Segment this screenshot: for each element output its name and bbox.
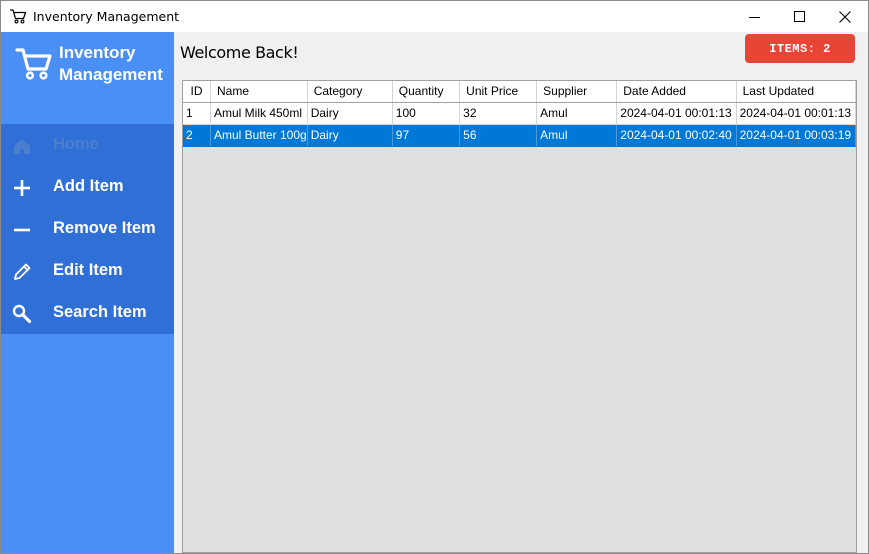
cell-supplier: Amul [536,102,618,125]
cell-unit-price: 56 [459,124,538,147]
cell-id: 2 [183,124,211,147]
window-title: Inventory Management [33,9,180,24]
sidebar-item-label: Edit Item [53,261,123,279]
title-bar: Inventory Management [1,1,868,32]
sidebar-item-remove-item[interactable]: Remove Item [1,208,174,250]
sidebar-item-label: Home [53,135,99,153]
close-button[interactable] [822,1,868,32]
sidebar-item-home[interactable]: Home [1,124,174,166]
maximize-icon [794,10,805,22]
sidebar-footer [1,334,174,553]
maximize-button[interactable] [777,1,823,32]
brand-line-1: Inventory [59,43,136,62]
brand-line-2: Management [59,65,163,84]
inventory-grid: ID Name Category Quantity Unit Price Sup… [183,81,856,147]
cart-icon [10,9,27,24]
sidebar-item-edit-item[interactable]: Edit Item [1,250,174,292]
cell-quantity: 97 [392,124,461,147]
sidebar-item-label: Remove Item [53,219,156,237]
plus-icon [14,180,30,196]
minimize-icon [749,16,760,18]
column-header-id[interactable]: ID [183,81,211,103]
table-row[interactable]: 1 Amul Milk 450ml Dairy 100 32 Amul 2024… [183,102,856,125]
minus-icon [14,228,30,232]
minimize-button[interactable] [732,1,778,32]
pencil-icon [14,263,31,280]
sidebar-nav: Home Add Item Remove Item Edit Item Sear… [1,124,174,334]
close-icon [839,10,851,23]
inventory-table[interactable]: ID Name Category Quantity Unit Price Sup… [182,80,857,553]
main-content: Welcome Back! ITEMS: 2 ID Name Category … [174,32,868,553]
table-header: ID Name Category Quantity Unit Price Sup… [183,81,856,103]
items-count-badge: ITEMS: 2 [745,34,855,63]
cell-date-added: 2024-04-01 00:01:13 [616,102,737,125]
sidebar: Inventory Management Home Add Item Remov… [1,32,174,553]
column-header-category[interactable]: Category [307,81,393,103]
column-header-quantity[interactable]: Quantity [392,81,461,103]
cell-quantity: 100 [392,102,461,125]
cell-category: Dairy [307,124,393,147]
welcome-heading: Welcome Back! [180,43,299,62]
column-header-last-updated[interactable]: Last Updated [736,81,856,103]
cell-name: Amul Milk 450ml [210,102,308,125]
cell-name: Amul Butter 100g [210,124,308,147]
cell-last-updated: 2024-04-01 00:03:19 [736,124,856,147]
sidebar-item-label: Add Item [53,177,124,195]
column-header-date-added[interactable]: Date Added [616,81,737,103]
sidebar-item-label: Search Item [53,303,147,321]
cart-logo-icon [15,48,52,80]
cell-last-updated: 2024-04-01 00:01:13 [736,102,856,125]
brand-name: Inventory Management [59,42,163,86]
search-icon [12,304,32,324]
cell-id: 1 [183,102,211,125]
column-header-name[interactable]: Name [210,81,308,103]
cell-category: Dairy [307,102,393,125]
home-icon [14,139,30,154]
cell-date-added: 2024-04-01 00:02:40 [616,124,737,147]
app-window: Inventory Management Inventory Managemen… [0,0,869,554]
table-row-selected[interactable]: 2 Amul Butter 100g Dairy 97 56 Amul 2024… [183,124,856,147]
cell-supplier: Amul [536,124,618,147]
cell-unit-price: 32 [459,102,538,125]
column-header-supplier[interactable]: Supplier [536,81,618,103]
sidebar-item-search-item[interactable]: Search Item [1,292,174,334]
column-header-unit-price[interactable]: Unit Price [459,81,538,103]
sidebar-item-add-item[interactable]: Add Item [1,166,174,208]
brand-area: Inventory Management [1,32,174,124]
